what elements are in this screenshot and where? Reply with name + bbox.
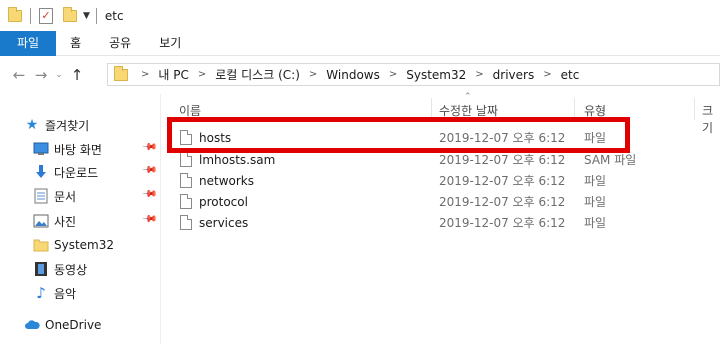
navigation-row: ← → ⌄ ↑ > 내 PC > 로컬 디스크 (C:) > Windows >…: [0, 56, 720, 94]
music-icon: ♪: [36, 284, 46, 302]
sidebar-item-label: 즐겨찾기: [45, 118, 90, 133]
chevron-right-icon[interactable]: >: [543, 69, 551, 80]
file-type: 파일: [584, 216, 607, 230]
breadcrumb-windows[interactable]: Windows: [326, 68, 380, 82]
sidebar-item-downloads[interactable]: 다운로드: [33, 162, 98, 182]
sidebar-item-label: 동영상: [54, 262, 88, 277]
sidebar-item-label: System32: [54, 238, 115, 252]
desktop-icon: [33, 141, 49, 157]
customize-dropdown-icon[interactable]: ▼: [83, 11, 90, 21]
navigation-pane: ★ 즐겨찾기 바탕 화면 📌 다운로드 📌 문서 📌 사진 📌 System32: [0, 94, 160, 344]
sidebar-item-quick-access[interactable]: ★ 즐겨찾기: [24, 115, 89, 135]
chevron-right-icon[interactable]: >: [309, 69, 317, 80]
breadcrumb-drivers[interactable]: drivers: [493, 68, 535, 82]
star-icon: ★: [25, 117, 39, 133]
file-name: services: [199, 215, 249, 230]
up-arrow-icon[interactable]: ↑: [66, 66, 88, 84]
tab-view[interactable]: 보기: [145, 31, 195, 56]
pane-divider[interactable]: [160, 94, 161, 344]
pin-icon[interactable]: 📌: [141, 211, 158, 228]
forward-arrow-icon[interactable]: →: [30, 66, 52, 84]
sidebar-item-videos[interactable]: 동영상: [33, 259, 87, 279]
file-date: 2019-12-07 오후 6:12: [439, 153, 566, 167]
chevron-right-icon[interactable]: >: [141, 69, 149, 80]
tab-home[interactable]: 홈: [56, 31, 95, 56]
cloud-icon: [24, 317, 40, 333]
breadcrumb-this-pc[interactable]: 내 PC: [158, 66, 188, 83]
sidebar-item-label: 다운로드: [54, 165, 99, 180]
sidebar-item-pictures[interactable]: 사진: [33, 211, 76, 231]
tab-file[interactable]: 파일: [0, 31, 57, 56]
pictures-icon: [33, 213, 49, 229]
breadcrumb-system32[interactable]: System32: [406, 68, 466, 82]
column-header-size[interactable]: 크기: [702, 102, 720, 136]
address-bar[interactable]: > 내 PC > 로컬 디스크 (C:) > Windows > System3…: [107, 63, 720, 86]
file-type: 파일: [584, 195, 607, 209]
title-bar: ✓ ▼ etc: [0, 0, 720, 31]
properties-icon[interactable]: ✓: [39, 7, 53, 24]
videos-icon: [33, 261, 49, 277]
file-icon: [180, 152, 192, 167]
sidebar-item-label: OneDrive: [45, 318, 102, 332]
ribbon: 파일 홈 공유 보기: [0, 31, 720, 56]
pin-icon[interactable]: 📌: [141, 139, 158, 156]
file-icon: [180, 194, 192, 209]
recent-locations-chevron-icon[interactable]: ⌄: [52, 70, 66, 80]
file-type: SAM 파일: [584, 153, 637, 167]
sidebar-item-onedrive[interactable]: OneDrive: [24, 315, 101, 335]
table-row[interactable]: networks 2019-12-07 오후 6:12 파일: [167, 170, 637, 191]
documents-icon: [33, 188, 49, 204]
folder-icon: [33, 237, 49, 253]
sidebar-item-label: 문서: [54, 189, 77, 204]
file-name: lmhosts.sam: [199, 152, 276, 167]
file-date: 2019-12-07 오후 6:12: [439, 195, 566, 209]
sidebar-item-label: 음악: [54, 286, 77, 301]
pin-icon[interactable]: 📌: [141, 162, 158, 179]
chevron-right-icon[interactable]: >: [198, 69, 206, 80]
breadcrumb-etc[interactable]: etc: [561, 68, 580, 82]
highlight-box: [167, 117, 630, 153]
sidebar-item-system32[interactable]: System32: [33, 235, 114, 255]
download-icon: [33, 164, 49, 180]
chevron-right-icon[interactable]: >: [389, 69, 397, 80]
window-title: etc: [104, 8, 124, 23]
file-icon: [180, 215, 192, 230]
file-type: 파일: [584, 174, 607, 188]
file-name: networks: [199, 173, 254, 188]
table-row[interactable]: services 2019-12-07 오후 6:12 파일: [167, 212, 637, 233]
toolbar-divider: [95, 7, 97, 24]
file-icon: [180, 173, 192, 188]
sidebar-item-documents[interactable]: 문서: [33, 186, 76, 206]
back-arrow-icon[interactable]: ←: [8, 66, 30, 84]
chevron-right-icon[interactable]: >: [475, 69, 483, 80]
file-date: 2019-12-07 오후 6:12: [439, 216, 566, 230]
new-folder-icon[interactable]: [63, 6, 77, 22]
pin-icon[interactable]: 📌: [141, 186, 158, 203]
table-row[interactable]: protocol 2019-12-07 오후 6:12 파일: [167, 191, 637, 212]
folder-icon[interactable]: [8, 6, 22, 22]
tab-share[interactable]: 공유: [95, 31, 145, 56]
folder-icon: [114, 65, 128, 81]
sidebar-item-label: 사진: [54, 214, 77, 229]
sidebar-item-desktop[interactable]: 바탕 화면: [33, 139, 102, 159]
file-name: protocol: [199, 194, 248, 209]
column-divider[interactable]: [694, 98, 695, 120]
sidebar-item-label: 바탕 화면: [54, 142, 102, 157]
sidebar-item-music[interactable]: ♪ 음악: [33, 283, 76, 303]
file-date: 2019-12-07 오후 6:12: [439, 174, 566, 188]
breadcrumb-local-disk[interactable]: 로컬 디스크 (C:): [215, 66, 300, 83]
toolbar-divider: [30, 7, 31, 24]
sort-ascending-icon: ⌃: [464, 92, 472, 102]
